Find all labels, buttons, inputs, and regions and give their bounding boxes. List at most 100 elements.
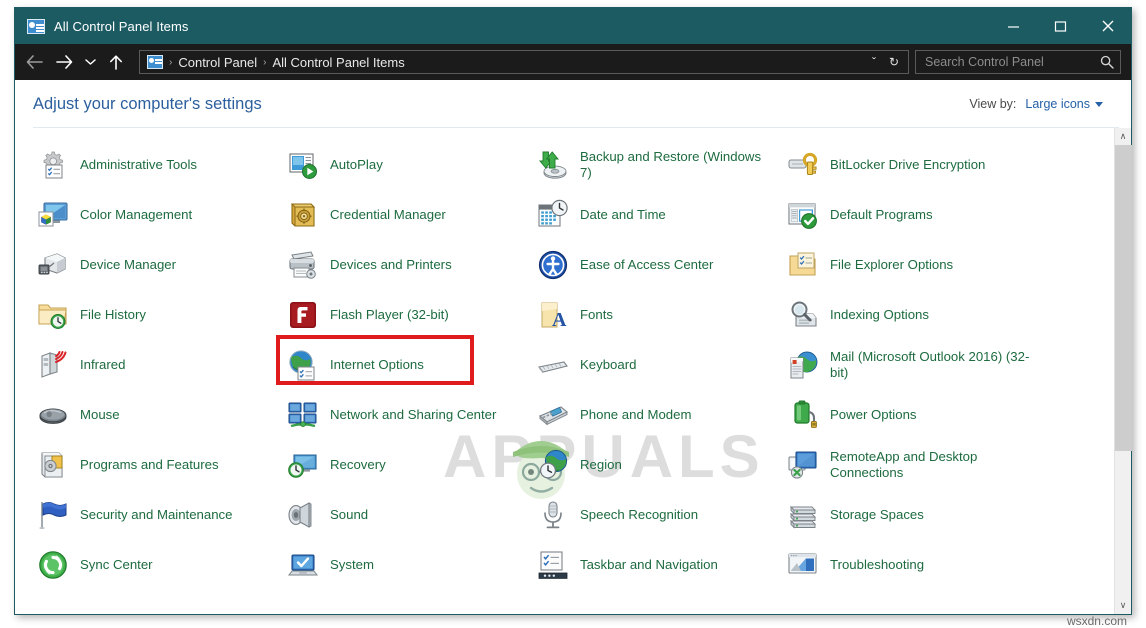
devices-printers-icon [287, 249, 319, 281]
control-panel-item-devices-and-printers[interactable]: Devices and Printers [287, 240, 537, 290]
control-panel-item-credential-manager[interactable]: Credential Manager [287, 190, 537, 240]
view-by-label: View by: [969, 97, 1016, 111]
bitlocker-icon [787, 149, 819, 181]
speech-recognition-icon [537, 499, 569, 531]
recovery-icon [287, 449, 319, 481]
control-panel-item-autoplay[interactable]: AutoPlay [287, 140, 537, 190]
control-panel-item-default-programs[interactable]: Default Programs [787, 190, 1059, 240]
control-panel-item-label: Network and Sharing Center [330, 407, 496, 423]
recent-locations-chevron-down-icon[interactable] [79, 47, 101, 77]
control-panel-item-device-manager[interactable]: Device Manager [37, 240, 287, 290]
date-time-icon [537, 199, 569, 231]
control-panel-item-system[interactable]: System [287, 540, 537, 590]
control-panel-item-label: BitLocker Drive Encryption [830, 157, 985, 173]
scrollbar-thumb[interactable] [1115, 145, 1132, 451]
back-button[interactable] [19, 47, 49, 77]
color-management-icon [37, 199, 69, 231]
control-panel-item-label: Region [580, 457, 622, 473]
control-panel-item-file-history[interactable]: File History [37, 290, 287, 340]
control-panel-item-indexing-options[interactable]: Indexing Options [787, 290, 1059, 340]
control-panel-item-label: RemoteApp and Desktop Connections [830, 449, 1047, 481]
control-panel-item-flash-player-32-bit[interactable]: Flash Player (32-bit) [287, 290, 537, 340]
control-panel-item-mail-microsoft-outlook-2016-32-bit[interactable]: Mail (Microsoft Outlook 2016) (32-bit) [787, 340, 1059, 390]
mail-icon [787, 349, 819, 381]
control-panel-item-ease-of-access-center[interactable]: Ease of Access Center [537, 240, 787, 290]
troubleshooting-icon [787, 549, 819, 581]
control-panel-item-programs-and-features[interactable]: Programs and Features [37, 440, 287, 490]
indexing-options-icon [787, 299, 819, 331]
control-panel-item-label: Backup and Restore (Windows 7) [580, 149, 775, 181]
control-panel-item-label: Keyboard [580, 357, 636, 373]
minimize-button[interactable] [990, 8, 1037, 44]
control-panel-item-label: Mail (Microsoft Outlook 2016) (32-bit) [830, 349, 1047, 381]
search-box[interactable] [915, 50, 1121, 74]
control-panel-item-remoteapp-and-desktop-connections[interactable]: RemoteApp and Desktop Connections [787, 440, 1059, 490]
svg-text:A: A [552, 309, 567, 331]
control-panel-item-color-management[interactable]: Color Management [37, 190, 287, 240]
control-panel-item-speech-recognition[interactable]: Speech Recognition [537, 490, 787, 540]
breadcrumb-item-control-panel[interactable]: Control Panel [174, 55, 261, 70]
breadcrumb-dropdown-icon[interactable]: ˇ [864, 51, 884, 73]
search-icon[interactable] [1100, 55, 1114, 69]
security-maintenance-icon [37, 499, 69, 531]
close-button[interactable] [1084, 8, 1131, 44]
scroll-up-arrow-icon[interactable]: ∧ [1115, 128, 1132, 145]
control-panel-item-mouse[interactable]: Mouse [37, 390, 287, 440]
control-panel-item-label: Flash Player (32-bit) [330, 307, 449, 323]
control-panel-item-label: Security and Maintenance [80, 507, 232, 523]
view-by-value-text: Large icons [1025, 97, 1090, 111]
scrollbar-track[interactable] [1115, 145, 1132, 597]
control-panel-item-backup-and-restore-windows-7[interactable]: Backup and Restore (Windows 7) [537, 140, 787, 190]
breadcrumb-item-all-control-panel-items[interactable]: All Control Panel Items [268, 55, 408, 70]
scroll-down-arrow-icon[interactable]: ∨ [1115, 597, 1132, 614]
control-panel-item-region[interactable]: Region [537, 440, 787, 490]
control-panel-item-storage-spaces[interactable]: Storage Spaces [787, 490, 1059, 540]
control-panel-window: All Control Panel Items [14, 7, 1132, 615]
up-button[interactable] [101, 47, 131, 77]
breadcrumb[interactable]: › Control Panel › All Control Panel Item… [139, 50, 909, 74]
refresh-icon[interactable]: ↻ [884, 51, 904, 73]
control-panel-item-label: Troubleshooting [830, 557, 924, 573]
forward-button[interactable] [49, 47, 79, 77]
content-area: APPUALS Administrative Tools [15, 128, 1131, 614]
control-panel-item-troubleshooting[interactable]: Troubleshooting [787, 540, 1059, 590]
window-controls [990, 8, 1131, 44]
control-panel-item-label: Internet Options [330, 357, 424, 373]
control-panel-item-label: Programs and Features [80, 457, 219, 473]
control-panel-item-fonts[interactable]: AFonts [537, 290, 787, 340]
control-panel-item-recovery[interactable]: Recovery [287, 440, 537, 490]
view-by-value[interactable]: Large icons [1025, 97, 1103, 111]
control-panel-item-sync-center[interactable]: Sync Center [37, 540, 287, 590]
control-panel-item-file-explorer-options[interactable]: File Explorer Options [787, 240, 1059, 290]
control-panel-item-label: Credential Manager [330, 207, 446, 223]
vertical-scrollbar[interactable]: ∧ ∨ [1114, 128, 1131, 614]
header-strip: Adjust your computer's settings View by:… [15, 80, 1131, 128]
control-panel-item-label: Phone and Modem [580, 407, 691, 423]
view-by-control[interactable]: View by: Large icons [969, 97, 1113, 111]
control-panel-item-keyboard[interactable]: Keyboard [537, 340, 787, 390]
control-panel-item-administrative-tools[interactable]: Administrative Tools [37, 140, 287, 190]
control-panel-item-label: Ease of Access Center [580, 257, 713, 273]
breadcrumb-separator-icon: › [261, 57, 268, 68]
control-panel-item-network-and-sharing-center[interactable]: Network and Sharing Center [287, 390, 537, 440]
control-panel-item-label: Device Manager [80, 257, 176, 273]
control-panel-item-bitlocker-drive-encryption[interactable]: BitLocker Drive Encryption [787, 140, 1059, 190]
control-panel-item-label: Date and Time [580, 207, 666, 223]
search-input[interactable] [925, 55, 1100, 69]
default-programs-icon [787, 199, 819, 231]
control-panel-item-sound[interactable]: Sound [287, 490, 537, 540]
control-panel-item-security-and-maintenance[interactable]: Security and Maintenance [37, 490, 287, 540]
control-panel-item-taskbar-and-navigation[interactable]: Taskbar and Navigation [537, 540, 787, 590]
autoplay-icon [287, 149, 319, 181]
control-panel-item-power-options[interactable]: Power Options [787, 390, 1059, 440]
control-panel-item-date-and-time[interactable]: Date and Time [537, 190, 787, 240]
infrared-icon [37, 349, 69, 381]
maximize-button[interactable] [1037, 8, 1084, 44]
control-panel-item-infrared[interactable]: Infrared [37, 340, 287, 390]
control-panel-item-phone-and-modem[interactable]: Phone and Modem [537, 390, 787, 440]
ease-of-access-icon [537, 249, 569, 281]
file-explorer-options-icon [787, 249, 819, 281]
control-panel-item-internet-options[interactable]: Internet Options [287, 340, 537, 390]
control-panel-item-label: Taskbar and Navigation [580, 557, 718, 573]
administrative-tools-icon [37, 149, 69, 181]
